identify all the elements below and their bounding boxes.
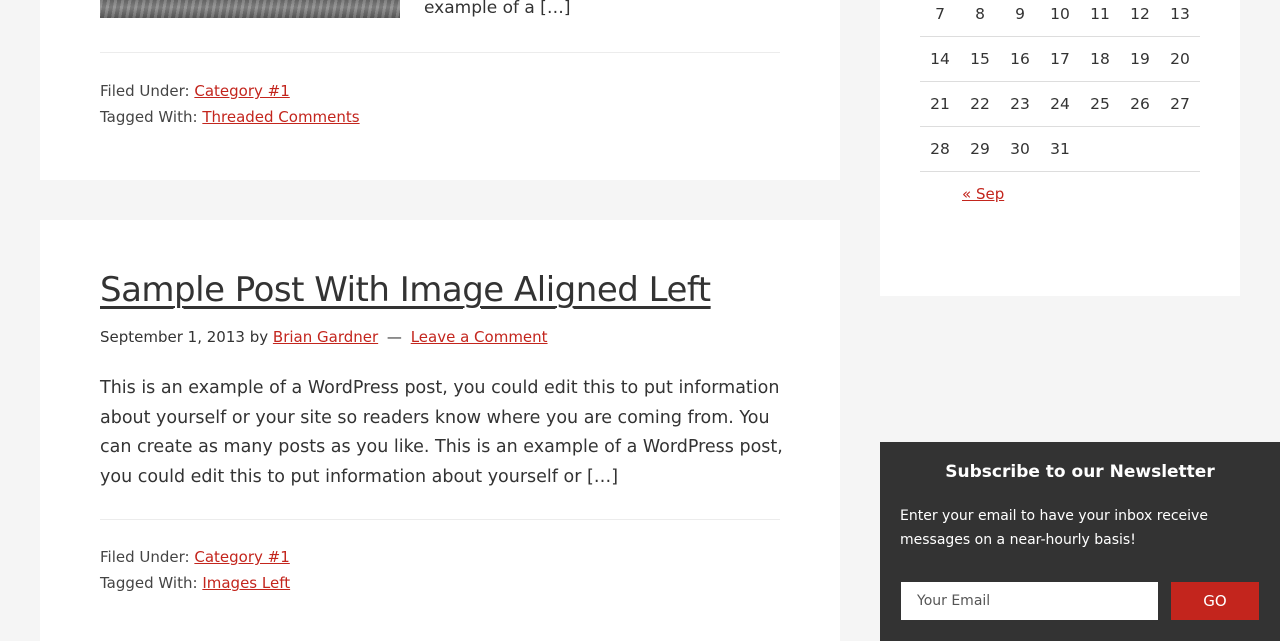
- by-label: by: [249, 328, 269, 346]
- calendar-day-cell: 18: [1080, 36, 1120, 82]
- calendar-day-cell: 24: [1040, 81, 1080, 127]
- post-title-link[interactable]: Sample Post With Image Aligned Left: [100, 270, 711, 310]
- calendar-day-cell: 12: [1120, 0, 1160, 37]
- post-excerpt-tail: example of a […]: [424, 0, 571, 18]
- calendar-day-cell: 19: [1120, 36, 1160, 82]
- calendar-day-cell: 31: [1040, 126, 1080, 172]
- newsletter-widget: Subscribe to our Newsletter Enter your e…: [880, 442, 1280, 641]
- calendar-day-cell: 30: [1000, 126, 1040, 172]
- calendar-day-cell: 17: [1040, 36, 1080, 82]
- tagged-with-line: Tagged With: Threaded Comments: [100, 108, 360, 126]
- post-byline: September 1, 2013 by Brian Gardner — Lea…: [100, 328, 548, 346]
- calendar-day-cell: 10: [1040, 0, 1080, 37]
- byline-separator: —: [386, 328, 402, 346]
- calendar-week-row: 7 8 9 10 11 12 13: [920, 0, 1200, 37]
- newsletter-title: Subscribe to our Newsletter: [945, 462, 1215, 482]
- calendar-day-cell: 16: [1000, 36, 1040, 82]
- calendar-day-cell: 29: [960, 126, 1000, 172]
- filed-under-label: Filed Under:: [100, 82, 190, 100]
- calendar-day-cell: 8: [960, 0, 1000, 37]
- calendar-day-cell: 15: [960, 36, 1000, 82]
- tagged-with-line: Tagged With: Images Left: [100, 574, 290, 592]
- calendar-day-cell: [1160, 126, 1200, 172]
- post-excerpt: This is an example of a WordPress post, …: [100, 378, 783, 487]
- newsletter-email-input[interactable]: [901, 582, 1158, 620]
- calendar-week-row: 21 22 23 24 25 26 27: [920, 81, 1200, 127]
- filed-under-line: Filed Under: Category #1: [100, 548, 290, 566]
- post-thumbnail-image[interactable]: [100, 0, 400, 18]
- category-link[interactable]: Category #1: [194, 82, 289, 100]
- calendar-day-cell: 11: [1080, 0, 1120, 37]
- tag-link[interactable]: Threaded Comments: [202, 108, 359, 126]
- post-title[interactable]: Sample Post With Image Aligned Left: [100, 270, 711, 310]
- category-link[interactable]: Category #1: [194, 548, 289, 566]
- calendar-day-cell: 7: [920, 0, 960, 37]
- newsletter-description: Enter your email to have your inbox rece…: [900, 508, 1208, 548]
- calendar-day-cell: 23: [1000, 81, 1040, 127]
- post-card: Sample Post With Image Aligned Left Sept…: [40, 220, 840, 641]
- tagged-with-label: Tagged With:: [100, 574, 198, 592]
- leave-comment-link[interactable]: Leave a Comment: [411, 328, 548, 346]
- calendar-day-cell: 13: [1160, 0, 1200, 37]
- calendar-day-cell: 27: [1160, 81, 1200, 127]
- calendar-day-cell: 14: [920, 36, 960, 82]
- calendar-week-row: 14 15 16 17 18 19 20: [920, 36, 1200, 82]
- tag-link[interactable]: Images Left: [202, 574, 290, 592]
- calendar-week-row: 28 29 30 31: [920, 126, 1200, 172]
- calendar-day-cell: 25: [1080, 81, 1120, 127]
- calendar-day-cell: 28: [920, 126, 960, 172]
- post-footer-divider: [100, 52, 780, 53]
- calendar-day-cell: [1080, 126, 1120, 172]
- calendar-table: 7 8 9 10 11 12 13 14 15 16 17 18 19 20 21 22 23 24 25 26 27 2…: [920, 0, 1200, 172]
- calendar-prev-month-link[interactable]: « Sep: [962, 185, 1004, 203]
- filed-under-line: Filed Under: Category #1: [100, 82, 290, 100]
- calendar-day-cell: 26: [1120, 81, 1160, 127]
- author-link[interactable]: Brian Gardner: [273, 328, 378, 346]
- calendar-widget: 7 8 9 10 11 12 13 14 15 16 17 18 19 20 21 22 23 24 25 26 27 2…: [880, 0, 1240, 296]
- post-footer-divider: [100, 519, 780, 520]
- calendar-day-cell: 9: [1000, 0, 1040, 37]
- calendar-day-cell: [1120, 126, 1160, 172]
- filed-under-label: Filed Under:: [100, 548, 190, 566]
- calendar-day-cell: 22: [960, 81, 1000, 127]
- calendar-day-cell: 20: [1160, 36, 1200, 82]
- previous-post-card: example of a […] Filed Under: Category #…: [40, 0, 840, 180]
- calendar-day-cell: 21: [920, 81, 960, 127]
- post-date: September 1, 2013: [100, 328, 245, 346]
- tagged-with-label: Tagged With:: [100, 108, 198, 126]
- newsletter-go-button[interactable]: GO: [1171, 582, 1259, 620]
